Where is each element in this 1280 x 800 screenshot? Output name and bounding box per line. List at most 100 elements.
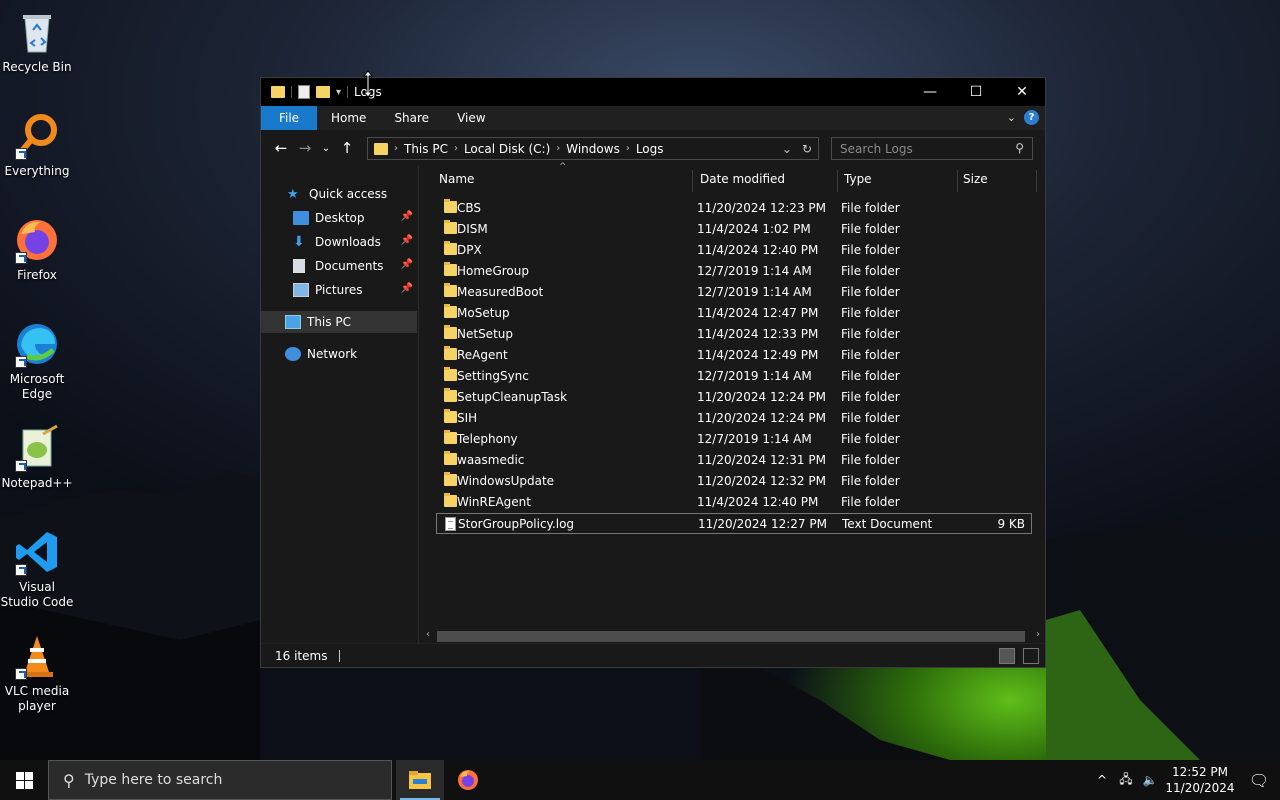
back-button[interactable]: ← [269,139,293,157]
column-header-name[interactable]: Name [439,166,474,192]
desktop-icon-recycle-bin[interactable]: Recycle Bin [0,8,74,75]
file-name: StorGroupPolicy.log [458,517,575,531]
table-row[interactable]: DISM 11/4/2024 1:02 PM File folder [436,219,1032,240]
breadcrumb-this-pc[interactable]: This PC [398,142,454,156]
nav-quick-access[interactable]: ★ Quick access [261,183,417,205]
nav-pictures[interactable]: Pictures 📌 [261,279,417,301]
forward-button[interactable]: → [293,139,317,157]
scroll-right-icon[interactable]: › [1036,629,1040,640]
address-dropdown-icon[interactable]: ⌄ [782,142,792,156]
show-hidden-icons-icon[interactable]: ^ [1090,773,1114,787]
column-divider[interactable] [837,170,838,192]
nav-downloads[interactable]: ⬇ Downloads 📌 [261,231,417,253]
table-row[interactable]: NetSetup 11/4/2024 12:33 PM File folder [436,324,1032,345]
pin-icon[interactable]: 📌 [401,259,413,270]
table-row[interactable]: StorGroupPolicy.log 11/20/2024 12:27 PM Te… [436,513,1032,534]
tab-home[interactable]: Home [317,106,380,130]
refresh-icon[interactable]: ↻ [802,142,812,156]
column-header-type[interactable]: Type [844,166,872,192]
breadcrumb-local-disk[interactable]: Local Disk (C:) [458,142,556,156]
breadcrumb-windows[interactable]: Windows [560,142,626,156]
file-name: waasmedic [457,453,525,467]
network-status-icon[interactable]: 🖧 [1114,770,1138,791]
desktop-icon-everything[interactable]: Everything [0,112,74,179]
desktop-icon-edge[interactable]: Microsoft Edge [0,320,74,402]
file-type: File folder [841,390,900,404]
table-row[interactable]: CBS 11/20/2024 12:23 PM File folder [436,198,1032,219]
clock[interactable]: 12:52 PM 11/20/2024 [1162,764,1238,796]
taskbar-firefox[interactable] [444,760,492,800]
table-row[interactable]: SettingSync 12/7/2019 1:14 AM File folder [436,366,1032,387]
column-header-date[interactable]: Date modified [700,166,785,192]
table-row[interactable]: WindowsUpdate 11/20/2024 12:32 PM File fol… [436,471,1032,492]
recycle-bin-icon [13,8,61,56]
desktop-icon-notepad-plus-plus[interactable]: Notepad++ [0,424,74,491]
notifications-icon[interactable]: 🗨 [1238,771,1280,790]
table-row[interactable]: SIH 11/20/2024 12:24 PM File folder [436,408,1032,429]
horizontal-scrollbar[interactable]: ‹ › [423,629,1043,644]
tab-file[interactable]: File [261,106,317,130]
file-type: File folder [841,222,900,236]
folder-icon [444,388,457,402]
file-date: 11/20/2024 12:27 PM [698,517,827,531]
nav-network[interactable]: Network [261,343,417,365]
table-row[interactable]: MoSetup 11/4/2024 12:47 PM File folder [436,303,1032,324]
nav-this-pc[interactable]: This PC [261,311,417,333]
table-row[interactable]: Telephony 12/7/2019 1:14 AM File folder [436,429,1032,450]
recent-locations-icon[interactable]: ⌄ [317,143,335,154]
column-divider[interactable] [957,170,958,192]
column-divider[interactable] [692,170,693,192]
file-type: File folder [841,327,900,341]
pin-icon[interactable]: 📌 [401,235,413,246]
properties-icon[interactable] [298,85,310,99]
expand-ribbon-icon[interactable]: ⌄ [1007,111,1016,124]
taskbar-file-explorer[interactable] [396,760,444,800]
address-bar[interactable]: › This PC › Local Disk (C:) › Windows › … [367,137,819,160]
file-type: File folder [841,495,900,509]
scrollbar-thumb[interactable] [437,631,1025,642]
close-button[interactable]: ✕ [999,78,1045,106]
column-header-size[interactable]: Size [963,166,988,192]
column-divider[interactable] [1036,170,1037,192]
desktop-icon-vlc[interactable]: VLC media player [0,632,74,714]
table-row[interactable]: HomeGroup 12/7/2019 1:14 AM File folder [436,261,1032,282]
tab-share[interactable]: Share [380,106,443,130]
large-icons-view-button[interactable] [1023,648,1039,664]
desktop-icon-vscode[interactable]: Visual Studio Code [0,528,74,610]
search-box[interactable]: Search Logs ⚲ [831,137,1033,160]
start-button[interactable] [0,760,48,800]
table-row[interactable]: SetupCleanupTask 11/20/2024 12:24 PM File … [436,387,1032,408]
new-folder-icon[interactable] [316,86,330,98]
folder-icon [271,86,285,98]
customize-toolbar-icon[interactable]: ▾ [336,87,341,98]
details-view-button[interactable] [999,648,1015,664]
pin-icon[interactable]: 📌 [401,283,413,294]
table-row[interactable]: MeasuredBoot 12/7/2019 1:14 AM File folder [436,282,1032,303]
file-date: 12/7/2019 1:14 AM [697,264,812,278]
folder-icon [374,142,388,155]
minimize-button[interactable]: — [907,78,953,106]
scroll-left-icon[interactable]: ‹ [426,629,430,640]
breadcrumb-logs[interactable]: Logs [630,142,670,156]
table-row[interactable]: DPX 11/4/2024 12:40 PM File folder [436,240,1032,261]
nav-desktop[interactable]: Desktop 📌 [261,207,417,229]
search-icon: ⚲ [1015,141,1024,155]
table-row[interactable]: WinREAgent 11/4/2024 12:40 PM File folder [436,492,1032,513]
title-bar[interactable]: ▾ Logs — ☐ ✕ [261,78,1045,106]
file-name: MoSetup [457,306,510,320]
file-date: 11/20/2024 12:32 PM [697,474,826,488]
taskbar-search-box[interactable]: ⚲ Type here to search [48,760,392,800]
help-icon[interactable]: ? [1024,110,1039,125]
maximize-button[interactable]: ☐ [953,78,999,106]
desktop-icon-firefox[interactable]: Firefox [0,216,74,283]
pin-icon[interactable]: 📌 [401,211,413,222]
file-type: Text Document [842,517,933,531]
up-button[interactable]: ↑ [335,139,359,157]
table-row[interactable]: waasmedic 11/20/2024 12:31 PM File folder [436,450,1032,471]
taskbar-search-input[interactable]: Type here to search [85,772,223,788]
search-input[interactable]: Search Logs [840,142,913,156]
nav-documents[interactable]: Documents 📌 [261,255,417,277]
table-row[interactable]: ReAgent 11/4/2024 12:49 PM File folder [436,345,1032,366]
tab-view[interactable]: View [443,106,499,130]
volume-muted-icon[interactable]: 🔈 [1138,773,1162,787]
